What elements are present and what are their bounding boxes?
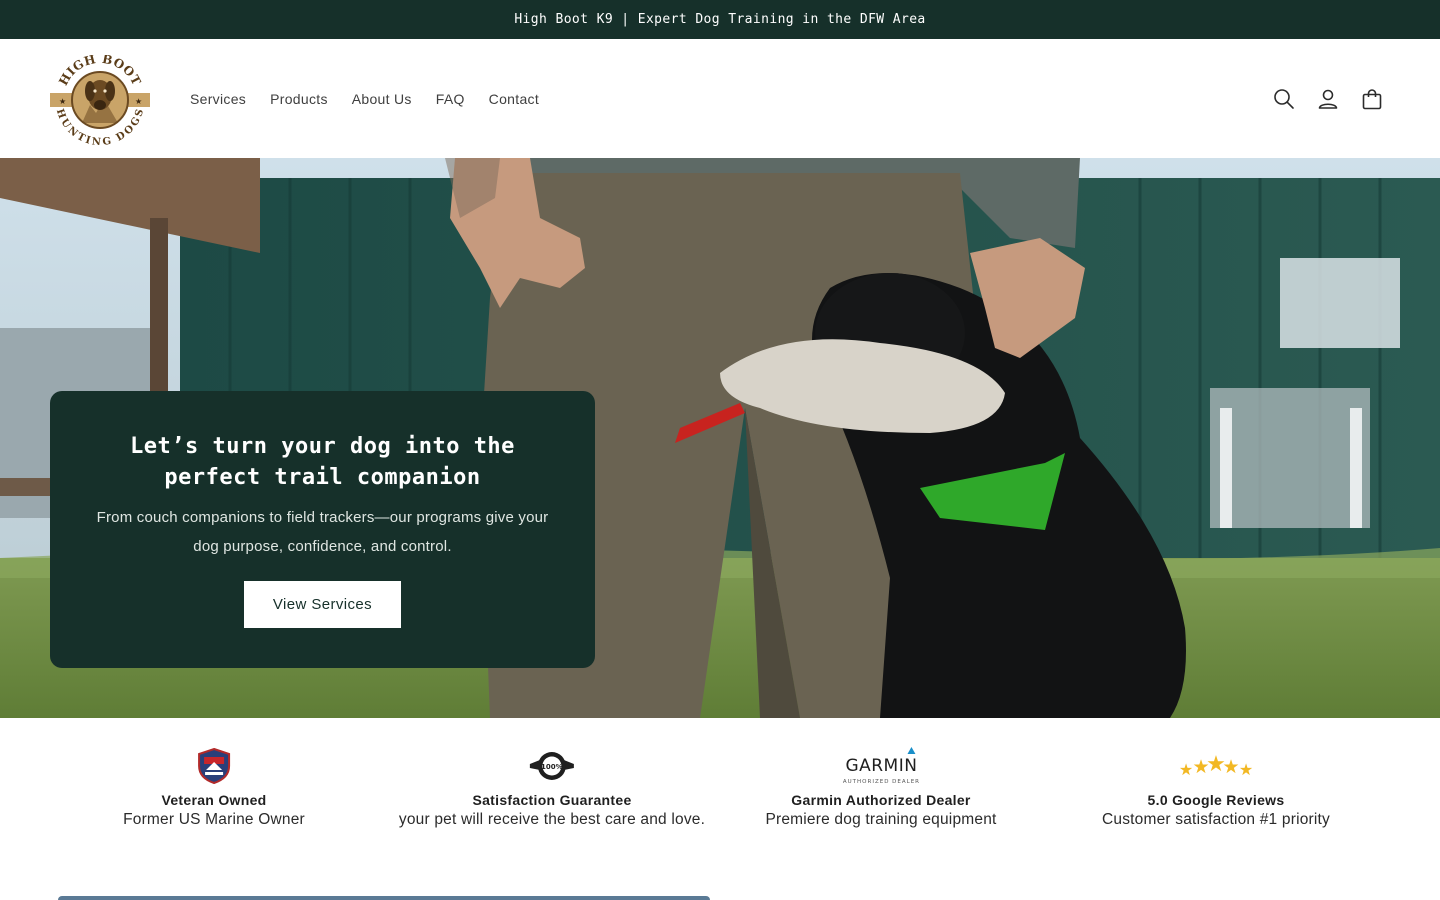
trust-title: Satisfaction Guarantee (472, 792, 632, 808)
svg-text:★: ★ (1222, 757, 1239, 778)
trust-badge-guarantee: 100% Satisfaction Guarantee your pet wil… (399, 746, 705, 829)
site-logo[interactable]: HIGH BOOT HUNTING DOGS ★ ★ (50, 52, 150, 148)
trust-subtitle: your pet will receive the best care and … (398, 811, 706, 828)
garmin-wordmark: GARMIN (845, 756, 917, 776)
header-actions (1272, 39, 1384, 158)
cart-icon[interactable] (1360, 87, 1384, 111)
trust-badge-reviews: ★ ★ ★ ★ ★ 5.0 Google Reviews Customer sa… (1102, 746, 1330, 829)
logo-emblem: HIGH BOOT HUNTING DOGS ★ ★ (50, 52, 150, 148)
trust-badges: Veteran Owned Former US Marine Owner 100… (0, 718, 1440, 858)
svg-text:★: ★ (1179, 762, 1193, 779)
garmin-logo: GARMIN AUTHORIZED DEALER (842, 747, 919, 785)
trust-subtitle: Former US Marine Owner (123, 811, 305, 828)
hero-banner: Let’s turn your dog into the perfect tra… (0, 158, 1440, 718)
svg-text:★: ★ (1239, 762, 1253, 779)
announcement-bar: High Boot K9 | Expert Dog Training in th… (0, 0, 1440, 39)
trust-badge-veteran: Veteran Owned Former US Marine Owner (123, 746, 305, 829)
nav-item-services[interactable]: Services (178, 91, 258, 107)
guarantee-seal-text: 100% (541, 763, 563, 771)
trust-title: 5.0 Google Reviews (1147, 792, 1285, 808)
guarantee-seal-icon: 100% (530, 752, 574, 780)
trust-subtitle: Premiere dog training equipment (765, 811, 997, 828)
trust-title: Garmin Authorized Dealer (791, 792, 971, 808)
next-section-image-edge (58, 896, 710, 900)
announcement-text: High Boot K9 | Expert Dog Training in th… (514, 12, 926, 27)
nav-item-about-us[interactable]: About Us (340, 91, 424, 107)
search-icon[interactable] (1272, 87, 1296, 111)
nav-item-products[interactable]: Products (258, 91, 340, 107)
account-icon[interactable] (1316, 87, 1340, 111)
trust-subtitle: Customer satisfaction #1 priority (1102, 811, 1330, 828)
trust-badge-garmin: GARMIN AUTHORIZED DEALER Garmin Authoriz… (765, 746, 996, 829)
nav-item-contact[interactable]: Contact (477, 91, 551, 107)
five-stars-icon: ★ ★ ★ ★ ★ (1179, 751, 1253, 779)
hero-subtitle: From couch companions to field trackers—… (96, 509, 549, 555)
hero-title: Let’s turn your dog into the perfect tra… (130, 434, 515, 490)
svg-text:★: ★ (135, 97, 142, 106)
veteran-shield-icon (197, 748, 230, 784)
trust-title: Veteran Owned (161, 792, 267, 808)
main-nav: Services Products About Us FAQ Contact (178, 39, 551, 158)
view-services-button[interactable]: View Services (244, 581, 401, 628)
nav-item-faq[interactable]: FAQ (424, 91, 477, 107)
hero-card: Let’s turn your dog into the perfect tra… (50, 391, 595, 668)
site-header: HIGH BOOT HUNTING DOGS ★ ★ Services Prod… (0, 39, 1440, 158)
garmin-authorized-text: AUTHORIZED DEALER (842, 779, 919, 785)
svg-text:★: ★ (59, 97, 66, 106)
